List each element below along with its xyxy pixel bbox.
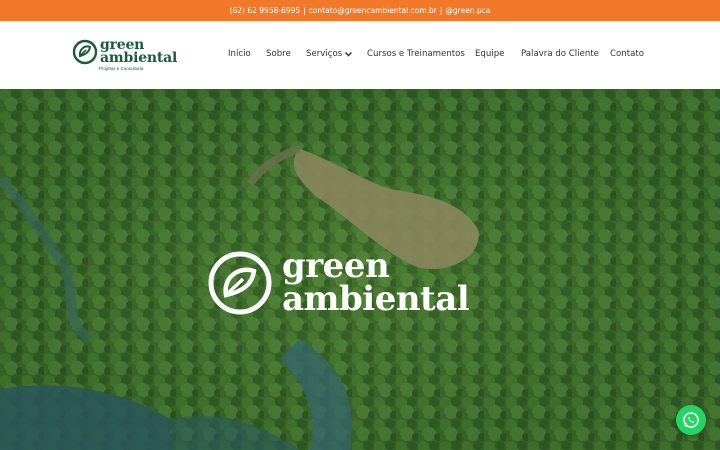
- separator: |: [439, 6, 443, 15]
- nav-item-servicos[interactable]: Serviços: [306, 49, 353, 59]
- whatsapp-icon: [683, 412, 699, 428]
- hero-word-green: green: [282, 246, 390, 286]
- whatsapp-button[interactable]: [676, 405, 706, 435]
- top-contact-bar: (62) 62 9958-6995 | contato@greencambien…: [0, 0, 720, 21]
- nav-item-palavra-do-cliente[interactable]: Palavra do Cliente: [521, 49, 599, 59]
- nav-item-sobre[interactable]: Sobre: [266, 49, 291, 59]
- hero-word-ambiental: ambiental: [282, 279, 470, 319]
- leaf-circle-logo-icon: [208, 251, 272, 315]
- nav-item-servicos-label: Serviços: [306, 49, 343, 59]
- chevron-down-icon: [345, 51, 353, 56]
- site-header: green ambiental Projetos e Consultoria I…: [0, 21, 720, 89]
- phone-number[interactable]: (62) 62 9958-6995: [230, 6, 301, 15]
- email-link[interactable]: contato@greencambiental.com.br: [309, 6, 437, 15]
- leaf-circle-logo-icon: [72, 39, 98, 65]
- brand-logo[interactable]: green ambiental Projetos e Consultoria: [72, 37, 187, 73]
- instagram-link[interactable]: @green.pca: [445, 6, 490, 15]
- nav-item-inicio[interactable]: Início: [228, 49, 251, 59]
- nav-item-contato[interactable]: Contato: [610, 49, 644, 59]
- nav-item-cursos[interactable]: Cursos e Treinamentos: [367, 49, 465, 59]
- brand-word-ambiental: ambiental: [100, 50, 178, 66]
- brand-tagline: Projetos e Consultoria: [99, 66, 144, 71]
- separator: |: [303, 6, 306, 15]
- nav-item-equipe[interactable]: Equipe: [475, 49, 504, 59]
- hero-banner: green ambiental: [0, 89, 720, 450]
- hero-logo: green ambiental: [207, 249, 517, 321]
